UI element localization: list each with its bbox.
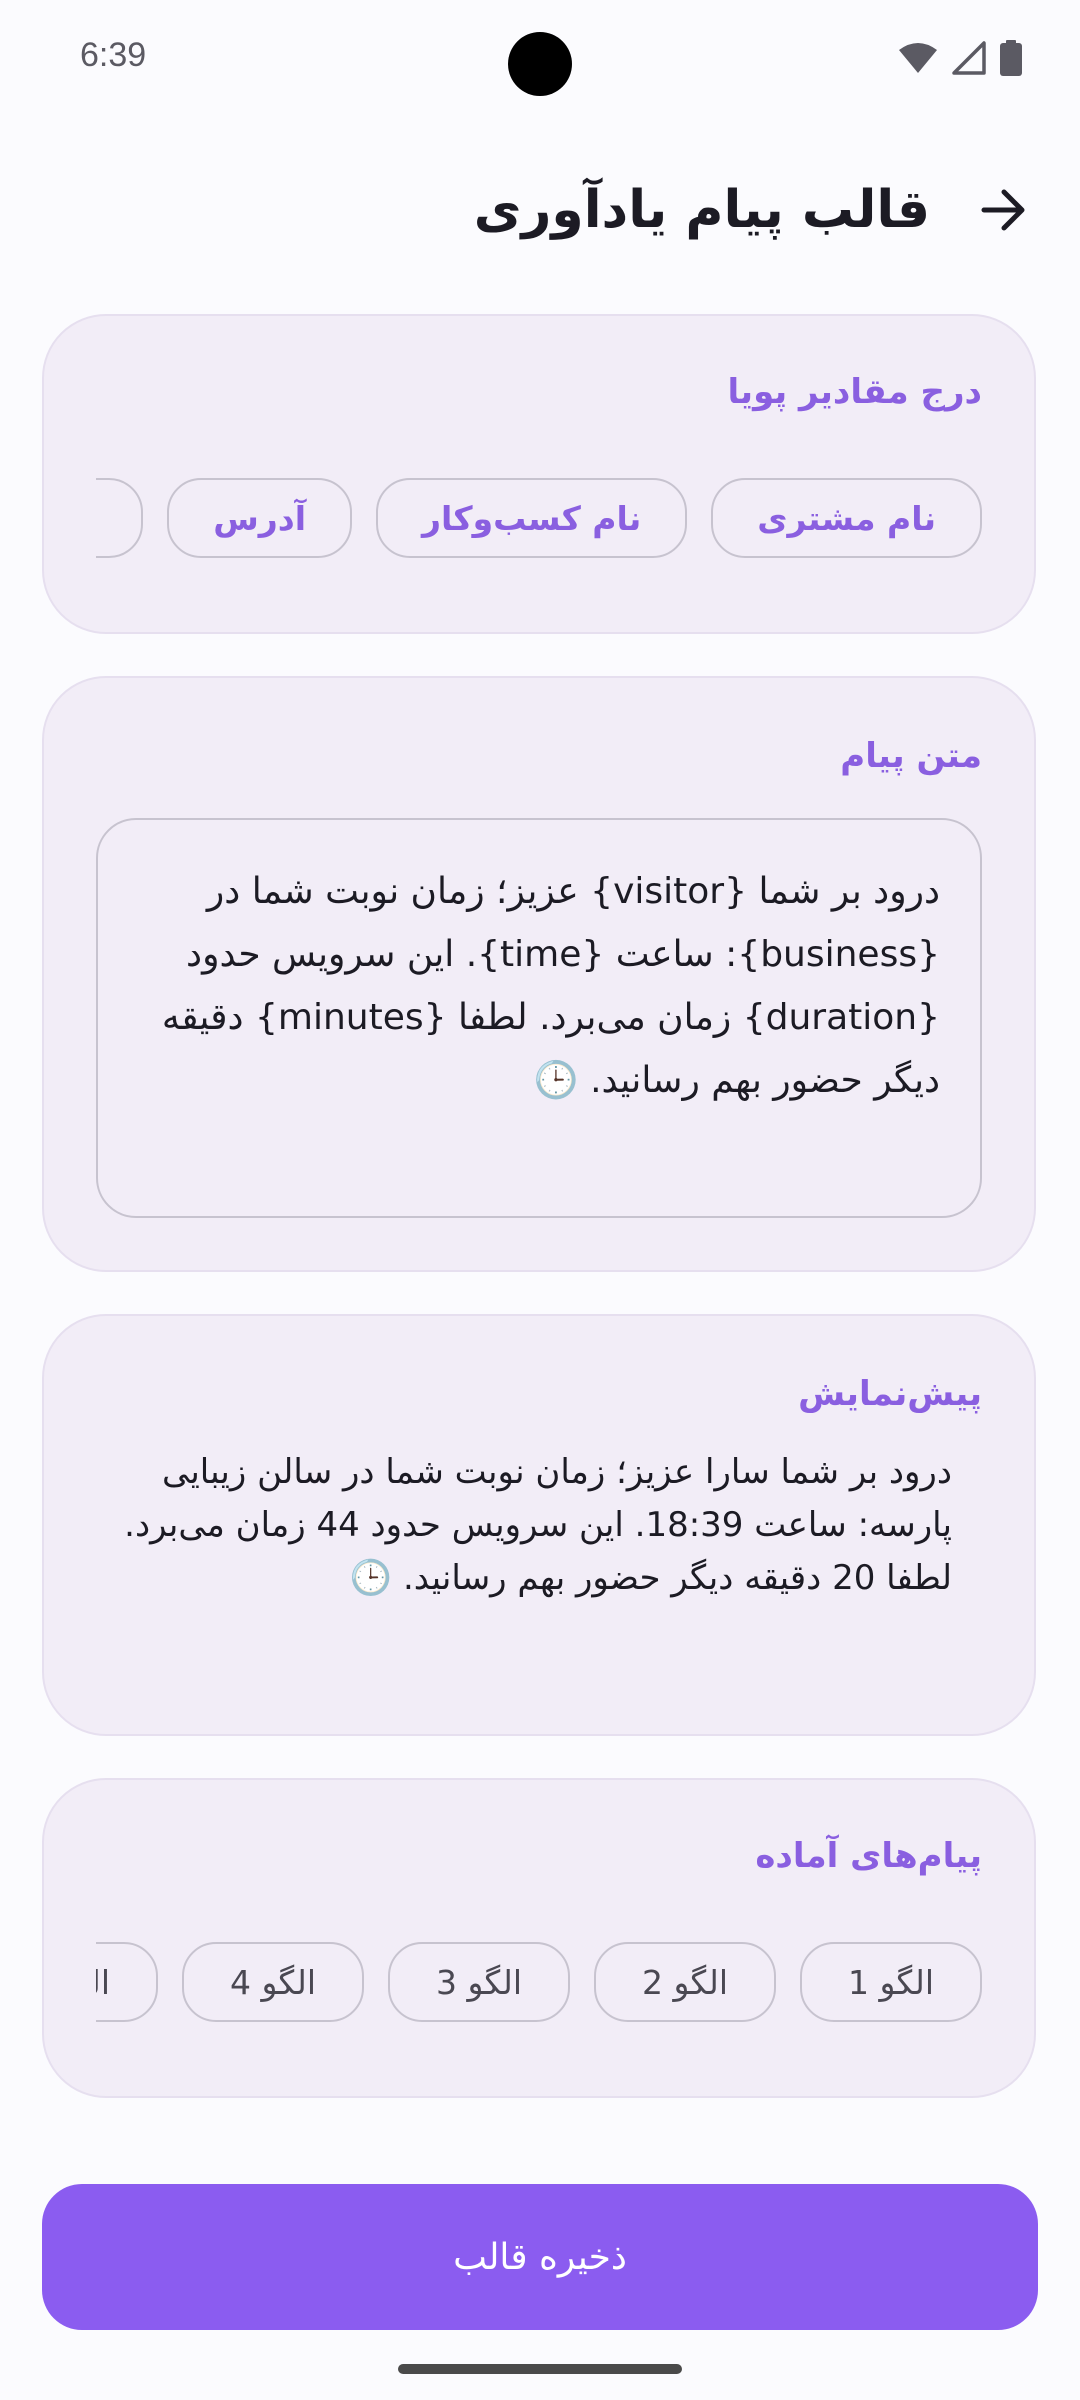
status-icons: [898, 40, 1022, 76]
chip-business-name[interactable]: نام کسب‌وکار: [376, 478, 688, 558]
battery-icon: [1000, 40, 1022, 76]
preview-card: پیش‌نمایش درود بر شما سارا عزیز؛ زمان نو…: [42, 1314, 1036, 1736]
save-template-button[interactable]: ذخیره قالب: [42, 2184, 1038, 2330]
status-time: 6:39: [80, 36, 147, 74]
chip-date[interactable]: تاریخ: [96, 478, 144, 558]
camera-cutout: [508, 32, 572, 96]
ready-messages-title: پیام‌های آماده: [755, 1836, 982, 1876]
chip-template-5[interactable]: الگو 5: [96, 1942, 158, 2022]
preview-title: پیش‌نمایش: [798, 1374, 982, 1414]
dynamic-values-chip-row[interactable]: نام مشتری نام کسب‌وکار آدرس تاریخ: [96, 478, 982, 558]
message-text-input[interactable]: درود بر شما {visitor} عزیز؛ زمان نوبت شم…: [96, 818, 982, 1218]
status-bar: 6:39: [0, 0, 1080, 120]
chip-template-2[interactable]: الگو 2: [594, 1942, 776, 2022]
home-indicator[interactable]: [398, 2364, 682, 2374]
message-text-card: متن پیام درود بر شما {visitor} عزیز؛ زما…: [42, 676, 1036, 1272]
chip-template-4[interactable]: الگو 4: [182, 1942, 364, 2022]
page-title: قالب پیام یادآوری: [473, 180, 930, 240]
ready-messages-chip-row[interactable]: الگو 1 الگو 2 الگو 3 الگو 4 الگو 5: [96, 1942, 982, 2022]
chip-customer-name[interactable]: نام مشتری: [711, 478, 982, 558]
dynamic-values-title: درج مقادیر پویا: [727, 372, 982, 412]
ready-messages-card: پیام‌های آماده الگو 1 الگو 2 الگو 3 الگو…: [42, 1778, 1036, 2098]
dynamic-values-card: درج مقادیر پویا نام مشتری نام کسب‌وکار آ…: [42, 314, 1036, 634]
back-button[interactable]: [968, 174, 1040, 246]
arrow-right-icon: [981, 189, 1025, 231]
wifi-icon: [898, 42, 938, 74]
chip-address[interactable]: آدرس: [167, 478, 353, 558]
chip-template-1[interactable]: الگو 1: [800, 1942, 982, 2022]
preview-text: درود بر شما سارا عزیز؛ زمان نوبت شما در …: [113, 1452, 952, 1598]
chip-template-3[interactable]: الگو 3: [388, 1942, 570, 2022]
signal-icon: [952, 41, 986, 75]
message-text-title: متن پیام: [840, 736, 982, 776]
app-header: قالب پیام یادآوری: [0, 160, 1080, 260]
